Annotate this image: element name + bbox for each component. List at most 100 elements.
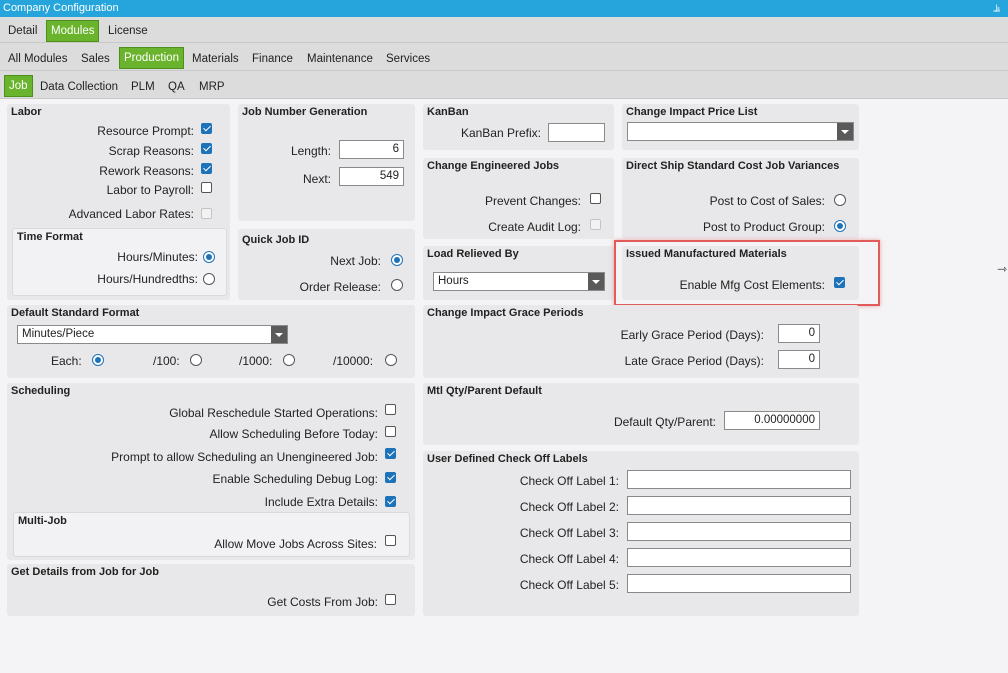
chevron-down-icon[interactable] (837, 123, 853, 140)
load-relieved-title: Load Relieved By (427, 248, 519, 260)
early-grace-input[interactable]: 0 (778, 324, 820, 343)
default-qty-label: Default Qty/Parent: (613, 415, 716, 429)
tab-services[interactable]: Services (382, 50, 434, 68)
create-audit-log-label: Create Audit Log: (488, 220, 581, 234)
early-grace-label: Early Grace Period (Days): (620, 328, 764, 342)
hours-hundredths-radio[interactable] (203, 273, 215, 285)
check-off-label-5: Check Off Label 5: (519, 578, 619, 592)
prompt-unengineered-label: Prompt to allow Scheduling an Unengineer… (111, 450, 378, 464)
chevron-down-icon[interactable] (271, 326, 287, 343)
check-off-label-4: Check Off Label 4: (519, 552, 619, 566)
tab-license[interactable]: License (104, 22, 152, 40)
rework-reasons-checkbox[interactable] (201, 163, 212, 174)
get-details-panel: Get Details from Job for Job Get Costs F… (7, 564, 415, 616)
tab-all-modules[interactable]: All Modules (4, 50, 71, 68)
hours-minutes-label: Hours/Minutes: (117, 250, 198, 264)
std-format-value: Minutes/Piece (22, 328, 95, 340)
advanced-labor-rates-checkbox[interactable] (201, 208, 212, 219)
scrap-reasons-label: Scrap Reasons: (108, 144, 194, 158)
tab-finance[interactable]: Finance (248, 50, 297, 68)
default-qty-input[interactable]: 0.00000000 (724, 411, 820, 430)
load-relieved-dropdown[interactable]: Hours (433, 272, 605, 291)
tab-maintenance[interactable]: Maintenance (303, 50, 377, 68)
multi-job-title: Multi-Job (18, 515, 67, 527)
per10000-radio[interactable] (385, 354, 397, 366)
pin-icon[interactable]: ⫡ (993, 0, 1000, 17)
check-off-input-3[interactable] (627, 522, 851, 541)
price-list-panel: Change Impact Price List (622, 104, 859, 150)
post-cost-sales-radio[interactable] (834, 194, 846, 206)
load-relieved-panel: Load Relieved By Hours (423, 246, 614, 300)
check-off-input-1[interactable] (627, 470, 851, 489)
per100-radio[interactable] (190, 354, 202, 366)
check-off-label-1: Check Off Label 1: (519, 474, 619, 488)
allow-move-jobs-checkbox[interactable] (385, 535, 396, 546)
get-details-title: Get Details from Job for Job (11, 566, 159, 578)
std-format-panel: Default Standard Format Minutes/Piece Ea… (7, 305, 415, 378)
allow-move-jobs-label: Allow Move Jobs Across Sites: (214, 537, 377, 551)
kanban-prefix-input[interactable] (548, 123, 605, 142)
prompt-unengineered-checkbox[interactable] (385, 448, 396, 459)
labor-to-payroll-label: Labor to Payroll: (106, 183, 194, 197)
scrap-reasons-checkbox[interactable] (201, 143, 212, 154)
check-off-input-4[interactable] (627, 548, 851, 567)
tab-materials[interactable]: Materials (188, 50, 243, 68)
time-format-panel: Time Format Hours/Minutes: Hours/Hundred… (12, 228, 227, 296)
tab-mrp[interactable]: MRP (195, 78, 229, 96)
price-list-dropdown[interactable] (627, 122, 854, 141)
load-relieved-value: Hours (438, 275, 469, 287)
kanban-panel: KanBan KanBan Prefix: (423, 104, 614, 150)
post-product-group-radio[interactable] (834, 220, 846, 232)
next-label: Next: (302, 172, 331, 186)
tab-sales[interactable]: Sales (77, 50, 114, 68)
check-off-panel: User Defined Check Off Labels Check Off … (423, 451, 859, 616)
create-audit-log-checkbox[interactable] (590, 219, 601, 230)
time-format-title: Time Format (17, 231, 83, 243)
tab-modules[interactable]: Modules (46, 20, 100, 42)
tab-production[interactable]: Production (119, 47, 184, 69)
next-input[interactable]: 549 (339, 167, 404, 186)
late-grace-input[interactable]: 0 (778, 350, 820, 369)
resize-cursor-icon: ⇾ (997, 262, 1008, 276)
per1000-radio[interactable] (283, 354, 295, 366)
tab-data-collection[interactable]: Data Collection (36, 78, 122, 96)
global-reschedule-label: Global Reschedule Started Operations: (169, 406, 378, 420)
tab-plm[interactable]: PLM (127, 78, 159, 96)
labor-panel: Labor Resource Prompt: Scrap Reasons: Re… (7, 104, 230, 300)
debug-log-checkbox[interactable] (385, 472, 396, 483)
post-product-group-label: Post to Product Group: (702, 220, 825, 234)
mtl-qty-title: Mtl Qty/Parent Default (427, 385, 542, 397)
get-costs-checkbox[interactable] (385, 594, 396, 605)
hours-hundredths-label: Hours/Hundredths: (97, 272, 198, 286)
chevron-down-icon[interactable] (588, 273, 604, 290)
tab-qa[interactable]: QA (164, 78, 189, 96)
kanban-title: KanBan (427, 106, 469, 118)
global-reschedule-checkbox[interactable] (385, 404, 396, 415)
kanban-prefix-label: KanBan Prefix: (460, 126, 541, 140)
tabrow-level1: Detail Modules License (0, 17, 1008, 43)
std-format-dropdown[interactable]: Minutes/Piece (17, 325, 288, 344)
next-job-radio[interactable] (391, 254, 403, 266)
tab-detail[interactable]: Detail (4, 22, 41, 40)
resource-prompt-checkbox[interactable] (201, 123, 212, 134)
check-off-input-5[interactable] (627, 574, 851, 593)
hours-minutes-radio[interactable] (203, 251, 215, 263)
tab-job[interactable]: Job (4, 75, 33, 97)
quick-job-panel: Quick Job ID Next Job: Order Release: (238, 229, 415, 300)
direct-ship-panel: Direct Ship Standard Cost Job Variances … (622, 158, 859, 239)
get-costs-label: Get Costs From Job: (267, 595, 378, 609)
allow-before-today-checkbox[interactable] (385, 426, 396, 437)
labor-to-payroll-checkbox[interactable] (201, 182, 212, 193)
check-off-input-2[interactable] (627, 496, 851, 515)
next-job-label: Next Job: (330, 254, 381, 268)
scheduling-panel: Scheduling Global Reschedule Started Ope… (7, 383, 415, 560)
length-input[interactable]: 6 (339, 140, 404, 159)
length-label: Length: (290, 144, 331, 158)
prevent-changes-label: Prevent Changes: (484, 194, 581, 208)
job-number-title: Job Number Generation (242, 106, 368, 118)
prevent-changes-checkbox[interactable] (590, 193, 601, 204)
extra-details-checkbox[interactable] (385, 496, 396, 507)
order-release-radio[interactable] (391, 279, 403, 291)
each-radio[interactable] (92, 354, 104, 366)
labor-title: Labor (11, 106, 42, 118)
